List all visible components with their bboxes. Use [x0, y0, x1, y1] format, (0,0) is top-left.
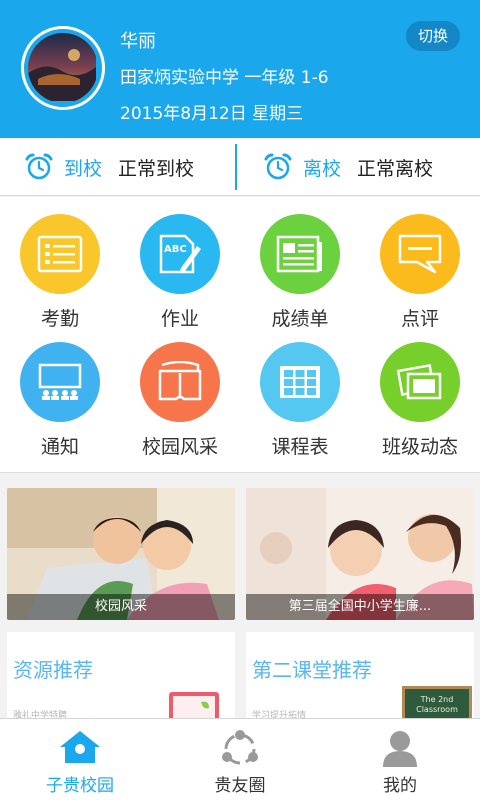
leave-status[interactable]: 离校 正常离校	[237, 138, 480, 196]
avatar[interactable]	[21, 26, 105, 110]
current-date: 2015年8月12日 星期三	[120, 104, 304, 124]
schedule-table-icon	[260, 342, 340, 422]
resource-recommend-subtitle: 雅礼中学特聘	[13, 711, 68, 718]
arrive-label: 到校	[64, 157, 103, 180]
user-name: 华丽	[120, 31, 156, 52]
nav-tab-home[interactable]: 子贵校园	[0, 719, 160, 800]
grid-item-comment[interactable]: 点评	[360, 214, 480, 331]
grid-item-campus[interactable]: 校园风采	[120, 342, 240, 459]
second-classroom-card[interactable]: 第二课堂推荐 学习提升拓情 The 2nd Classroom	[246, 632, 474, 718]
person-icon	[383, 731, 417, 767]
grid-label: 作业	[160, 308, 199, 330]
alarm-clock-icon	[264, 153, 292, 180]
arrive-status-text: 正常到校	[118, 157, 195, 180]
banner-competition[interactable]: 第三届全国中小学生廉...	[246, 488, 474, 620]
chalkboard-image: The 2nd Classroom	[402, 686, 472, 718]
nav-label-home: 子贵校园	[46, 776, 114, 796]
grid-label: 点评	[400, 308, 439, 330]
notice-screen-icon	[20, 342, 100, 422]
campus-book-icon	[140, 342, 220, 422]
banner-caption: 校园风采	[7, 594, 235, 620]
grid-item-class-news[interactable]: 班级动态	[360, 342, 480, 459]
homework-abc-icon: ABC	[140, 214, 220, 294]
grid-item-schedule[interactable]: 课程表	[240, 342, 360, 459]
nav-label-circle: 贵友圈	[214, 776, 266, 796]
switch-student-button[interactable]: 切换	[406, 21, 460, 51]
leave-status-text: 正常离校	[357, 157, 434, 180]
avatar-image	[28, 33, 98, 103]
class-photos-icon	[380, 342, 460, 422]
nav-tab-mine[interactable]: 我的	[320, 719, 480, 800]
grid-item-report-card[interactable]: 成绩单	[240, 214, 360, 331]
resource-recommend-card[interactable]: 资源推荐 雅礼中学特聘	[7, 632, 235, 718]
user-class-info: 田家炳实验中学 一年级 1-6	[120, 68, 329, 88]
arrive-status[interactable]: 到校 正常到校	[0, 138, 236, 196]
profile-header: 华丽 田家炳实验中学 一年级 1-6 2015年8月12日 星期三 切换	[0, 0, 480, 138]
resource-recommend-title: 资源推荐	[13, 658, 93, 682]
attendance-strip: 到校 正常到校 离校 正常离校	[0, 138, 480, 196]
bottom-nav: 子贵校园 贵友圈 我的	[0, 718, 480, 800]
app-screen: 华丽 田家炳实验中学 一年级 1-6 2015年8月12日 星期三 切换 到校 …	[0, 0, 480, 800]
friends-circle-icon	[222, 730, 258, 765]
grid-label: 考勤	[40, 308, 79, 330]
grid-label: 校园风采	[141, 436, 218, 458]
grid-label: 班级动态	[381, 436, 458, 458]
nav-label-mine: 我的	[383, 776, 417, 796]
banner-caption: 第三届全国中小学生廉...	[246, 594, 474, 620]
grid-label: 通知	[40, 436, 79, 458]
attendance-list-icon	[20, 214, 100, 294]
second-classroom-subtitle: 学习提升拓情	[252, 711, 307, 718]
second-classroom-title: 第二课堂推荐	[252, 658, 372, 682]
grid-item-homework[interactable]: ABC 作业	[120, 214, 240, 331]
banner-campus[interactable]: 校园风采	[7, 488, 235, 620]
leave-label: 离校	[303, 157, 342, 180]
home-icon	[60, 731, 100, 763]
grid-label: 课程表	[271, 436, 329, 458]
chalkboard-line-2: Classroom	[416, 705, 458, 714]
alarm-clock-icon	[25, 153, 53, 180]
comment-bubble-icon	[380, 214, 460, 294]
book-icon	[169, 692, 219, 718]
grid-label: 成绩单	[271, 308, 329, 330]
nav-tab-circle[interactable]: 贵友圈	[160, 719, 320, 800]
feature-grid: 考勤 ABC 作业 成绩单 点评 通知 校园风采 课程表 班级动态	[0, 197, 480, 473]
grid-item-notice[interactable]: 通知	[0, 342, 120, 459]
grid-item-attendance[interactable]: 考勤	[0, 214, 120, 331]
chalkboard-line-1: The 2nd	[420, 695, 454, 704]
report-card-icon	[260, 214, 340, 294]
svg-text:ABC: ABC	[164, 244, 187, 255]
